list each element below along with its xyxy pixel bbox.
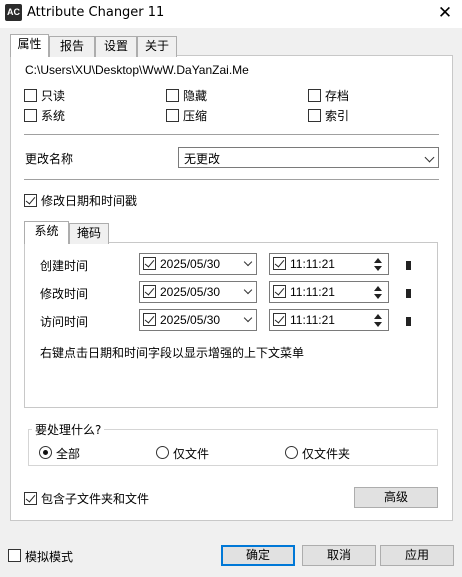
- accessed-label: 访问时间: [40, 315, 89, 329]
- created-time-checkbox[interactable]: [273, 257, 286, 270]
- app-icon: AC: [5, 4, 22, 21]
- rename-value: 无更改: [184, 152, 221, 166]
- accessed-time-picker[interactable]: 11:11:21: [269, 309, 389, 331]
- context-menu-hint: 右键点击日期和时间字段以显示增强的上下文菜单: [40, 346, 305, 360]
- divider: [24, 179, 439, 180]
- process-files-radio[interactable]: [156, 446, 169, 459]
- modified-date-value: 2025/05/30: [160, 285, 221, 299]
- advanced-button[interactable]: 高级: [354, 487, 438, 508]
- chevron-down-icon: [424, 152, 435, 163]
- include-subfolders-checkbox[interactable]: [24, 492, 37, 505]
- target-path: C:\Users\XU\Desktop\WwW.DaYanZai.Me: [25, 63, 249, 77]
- accessed-date-picker[interactable]: 2025/05/30: [139, 309, 257, 331]
- rename-dropdown[interactable]: 无更改: [178, 147, 439, 168]
- hidden-checkbox[interactable]: [166, 89, 179, 102]
- indexed-checkbox[interactable]: [308, 109, 321, 122]
- accessed-time-value: 11:11:21: [290, 313, 335, 327]
- spin-up-icon[interactable]: [374, 258, 382, 263]
- close-icon[interactable]: ✕: [432, 1, 458, 25]
- window-title: Attribute Changer 11: [27, 5, 165, 20]
- archive-checkbox[interactable]: [308, 89, 321, 102]
- hidden-label: 隐藏: [183, 89, 208, 103]
- accessed-date-value: 2025/05/30: [160, 313, 221, 327]
- tab-report[interactable]: 报告: [49, 36, 95, 57]
- created-menu-icon[interactable]: [406, 261, 411, 270]
- modify-dates-checkbox[interactable]: [24, 194, 37, 207]
- accessed-date-checkbox[interactable]: [143, 313, 156, 326]
- compressed-checkbox[interactable]: [166, 109, 179, 122]
- simulation-checkbox[interactable]: [8, 549, 21, 562]
- tab-system[interactable]: 系统: [24, 221, 69, 244]
- tab-about[interactable]: 关于: [137, 36, 177, 57]
- archive-label: 存档: [325, 89, 350, 103]
- process-all-label: 全部: [56, 447, 81, 461]
- process-all-radio[interactable]: [39, 446, 52, 459]
- include-subfolders-label: 包含子文件夹和文件: [41, 492, 150, 506]
- chevron-down-icon: [243, 313, 253, 323]
- cancel-button[interactable]: 取消: [302, 545, 376, 566]
- divider: [24, 134, 439, 135]
- created-date-value: 2025/05/30: [160, 257, 221, 271]
- process-folders-label: 仅文件夹: [302, 447, 351, 461]
- chevron-down-icon: [243, 257, 253, 267]
- spin-down-icon[interactable]: [374, 294, 382, 299]
- readonly-checkbox[interactable]: [24, 89, 37, 102]
- compressed-label: 压缩: [183, 109, 208, 123]
- created-date-checkbox[interactable]: [143, 257, 156, 270]
- created-date-picker[interactable]: 2025/05/30: [139, 253, 257, 275]
- accessed-time-checkbox[interactable]: [273, 313, 286, 326]
- modified-date-picker[interactable]: 2025/05/30: [139, 281, 257, 303]
- modified-time-picker[interactable]: 11:11:21: [269, 281, 389, 303]
- created-time-value: 11:11:21: [290, 257, 335, 271]
- ok-button[interactable]: 确定: [221, 545, 295, 566]
- created-time-picker[interactable]: 11:11:21: [269, 253, 389, 275]
- spin-up-icon[interactable]: [374, 286, 382, 291]
- rename-label: 更改名称: [25, 152, 74, 166]
- modified-menu-icon[interactable]: [406, 289, 411, 298]
- modified-label: 修改时间: [40, 287, 89, 301]
- modified-time-checkbox[interactable]: [273, 285, 286, 298]
- spin-up-icon[interactable]: [374, 314, 382, 319]
- modify-dates-label: 修改日期和时间戳: [41, 194, 138, 208]
- tab-settings[interactable]: 设置: [95, 36, 137, 57]
- indexed-label: 索引: [325, 109, 350, 123]
- simulation-label: 模拟模式: [25, 550, 74, 564]
- modified-time-value: 11:11:21: [290, 285, 335, 299]
- process-folders-radio[interactable]: [285, 446, 298, 459]
- system-checkbox[interactable]: [24, 109, 37, 122]
- system-label: 系统: [41, 109, 66, 123]
- tab-mask[interactable]: 掩码: [69, 223, 109, 244]
- readonly-label: 只读: [41, 89, 66, 103]
- apply-button[interactable]: 应用: [380, 545, 454, 566]
- spin-down-icon[interactable]: [374, 322, 382, 327]
- chevron-down-icon: [243, 285, 253, 295]
- created-label: 创建时间: [40, 259, 89, 273]
- spin-down-icon[interactable]: [374, 266, 382, 271]
- tab-properties[interactable]: 属性: [10, 34, 49, 57]
- process-group-title: 要处理什么?: [32, 421, 105, 438]
- accessed-menu-icon[interactable]: [406, 317, 411, 326]
- modified-date-checkbox[interactable]: [143, 285, 156, 298]
- process-files-label: 仅文件: [173, 447, 210, 461]
